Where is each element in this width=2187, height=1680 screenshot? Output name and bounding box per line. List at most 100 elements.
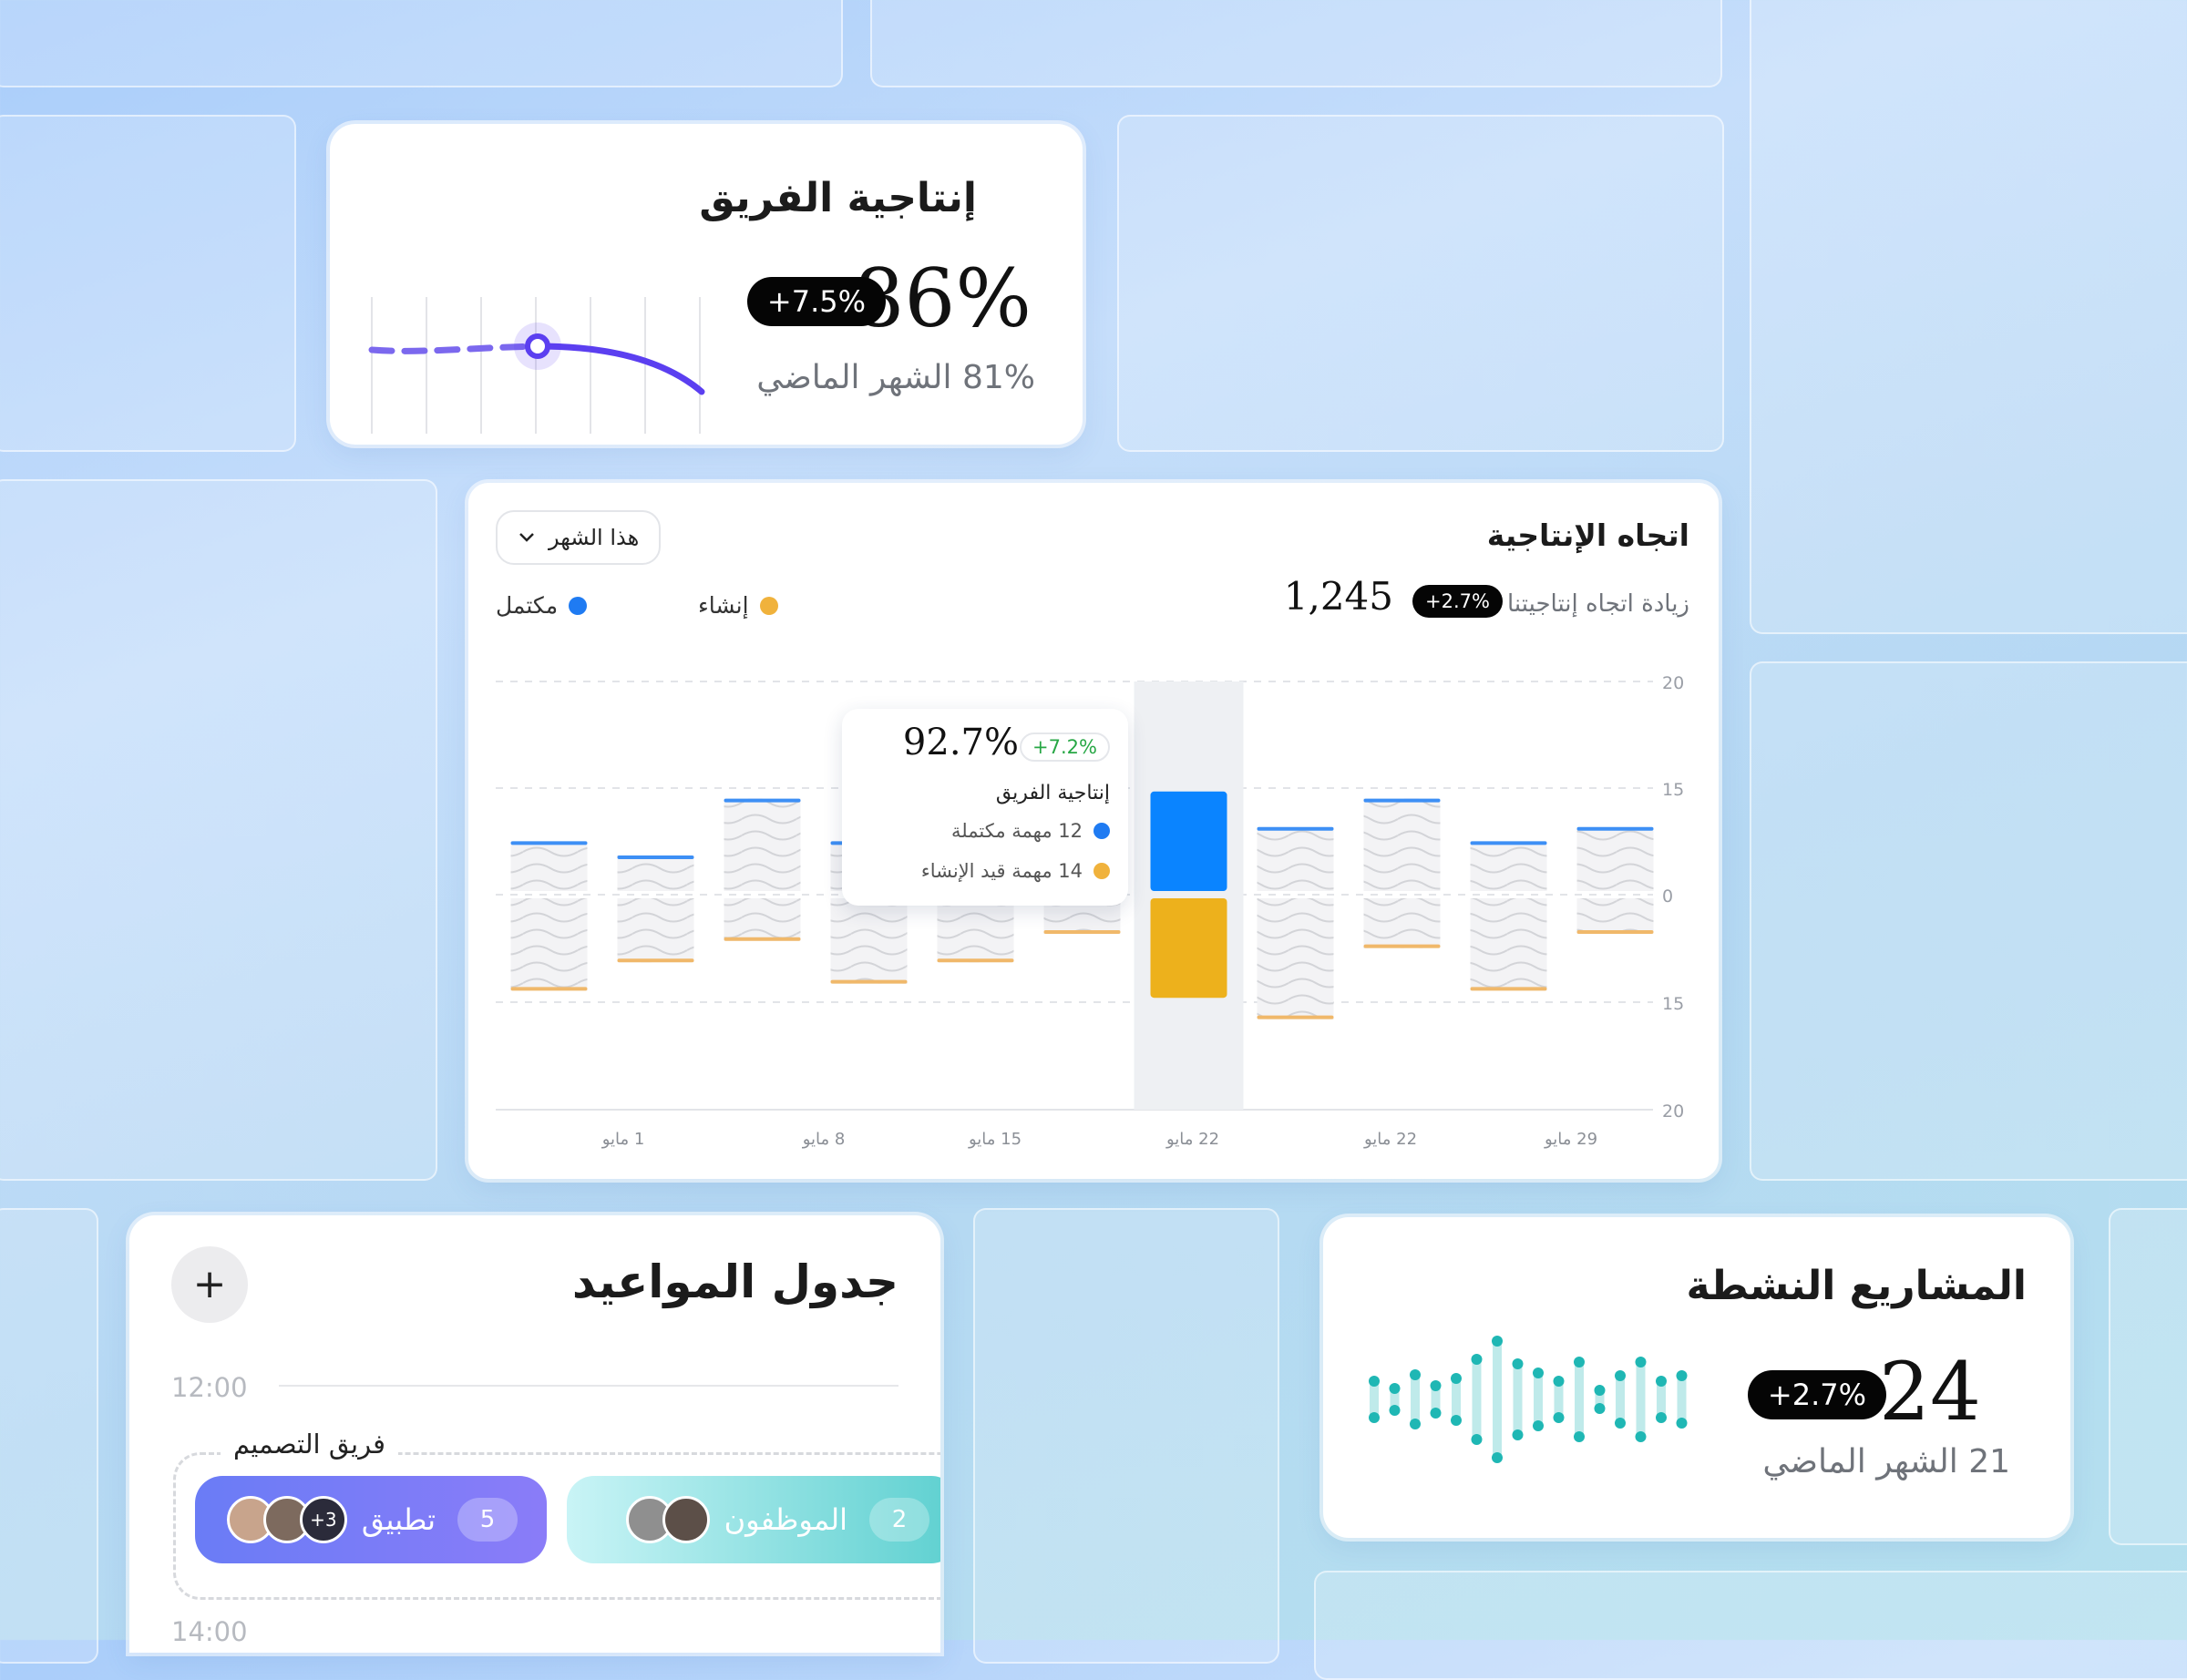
bar-creating-cap [724, 937, 801, 941]
add-event-button[interactable]: + [171, 1246, 248, 1323]
time-label: 12:00 [171, 1372, 248, 1403]
wave-bar-cap [1410, 1419, 1421, 1429]
x-tick-label: 22 مايو [1165, 1130, 1219, 1149]
tooltip-creating-row: 14 مهمة قيد الإنشاء [921, 860, 1110, 882]
event-count-badge: 5 [457, 1498, 518, 1542]
bar-completed [1470, 841, 1547, 891]
chart-tooltip: 92.7% +7.2% إنتاجية الفريق 12 مهمة مكتمل… [842, 709, 1128, 906]
event-employees[interactable]: 2 الموظفون [567, 1476, 940, 1563]
y-tick-label: 20 [1662, 673, 1684, 693]
productivity-sparkline [368, 297, 705, 434]
wave-bar [1616, 1376, 1625, 1423]
wave-bar-cap [1574, 1357, 1585, 1368]
wave-bar-cap [1471, 1354, 1483, 1365]
bar-creating-cap [937, 958, 1014, 963]
bar-completed-cap [1257, 826, 1334, 831]
avatar [662, 1496, 710, 1543]
event-label: الموظفون [724, 1502, 847, 1537]
change-badge: +7.5% [746, 277, 886, 326]
wave-bar-cap [1471, 1434, 1483, 1445]
bg-tile [1750, 0, 2187, 634]
wave-bar-cap [1369, 1412, 1380, 1423]
wave-bar-cap [1430, 1380, 1442, 1391]
wave-bar-cap [1615, 1370, 1626, 1381]
tooltip-value: 92.7% [902, 722, 1019, 763]
event-group-label: فريق التصميم [221, 1429, 398, 1460]
bg-tile [1117, 115, 1724, 452]
bar-creating-cap [1470, 987, 1547, 991]
x-tick-label: 1 مايو [601, 1130, 645, 1149]
tooltip-completed-text: 12 مهمة مكتملة [951, 820, 1083, 842]
wave-bar [1575, 1362, 1584, 1437]
bg-tile [0, 1208, 98, 1664]
tooltip-dot [1094, 823, 1110, 839]
wave-bar-cap [1389, 1405, 1401, 1416]
bar-creating [1363, 898, 1441, 948]
bg-tile [1750, 661, 2187, 1181]
wave-bar-cap [1451, 1373, 1462, 1384]
bg-tile [1314, 1571, 2187, 1680]
projects-waveform [1369, 1336, 1688, 1463]
bar-completed-cap [1470, 841, 1547, 845]
bar-completed-cap [1363, 798, 1441, 803]
bar-creating-cap [1576, 930, 1654, 934]
projects-value: 24 [1879, 1345, 1981, 1439]
bg-tile [2109, 1208, 2187, 1545]
previous-month-text: 81% الشهر الماضي [756, 359, 1035, 396]
x-tick-label: 22 مايو [1363, 1130, 1417, 1149]
bar-creating [1150, 898, 1227, 999]
wave-bar-cap [1369, 1376, 1380, 1387]
wave-bar-cap [1512, 1358, 1524, 1369]
bar-completed [1150, 791, 1227, 891]
wave-bar-cap [1492, 1336, 1503, 1347]
wave-bar-cap [1533, 1420, 1544, 1431]
y-tick-label: 15 [1662, 780, 1684, 800]
wave-bar-cap [1410, 1369, 1421, 1380]
productivity-trend-card: اتجاه الإنتاجية زيادة اتجاه إنتاجيتنا +2… [468, 483, 1719, 1179]
bar-completed-cap [1576, 826, 1654, 831]
wave-bar-cap [1676, 1418, 1688, 1429]
y-tick-label: 20 [1662, 1101, 1684, 1122]
y-tick-label: 15 [1662, 994, 1684, 1014]
bg-tile [973, 1208, 1279, 1664]
event-count-badge: 2 [869, 1498, 929, 1542]
avatar-overflow: +3 [299, 1496, 347, 1543]
event-label: تطبيق [361, 1502, 436, 1537]
bar-completed [1257, 826, 1334, 891]
bar-creating-cap [830, 979, 908, 984]
bg-tile [0, 0, 843, 87]
card-title: جدول المواعيد [571, 1255, 898, 1308]
wave-bar-cap [1615, 1418, 1626, 1429]
event-app[interactable]: 5 تطبيق +3 [195, 1476, 547, 1563]
bar-creating-cap [1043, 930, 1121, 934]
wave-bar-cap [1451, 1415, 1462, 1426]
event-avatars: +3 [226, 1496, 347, 1543]
previous-month-text: 21 الشهر الماضي [1762, 1443, 2010, 1480]
bar-creating-cap [617, 958, 694, 963]
wave-bar-cap [1594, 1385, 1606, 1396]
schedule-card: جدول المواعيد + 12:00 فريق التصميم 5 تطب… [129, 1215, 940, 1653]
bar-creating [1470, 898, 1547, 991]
team-productivity-card: إنتاجية الفريق 86% +7.5% 81% الشهر الماض… [330, 124, 1083, 445]
tooltip-dot [1094, 863, 1110, 879]
wave-bar-cap [1430, 1408, 1442, 1419]
wave-bar [1513, 1364, 1523, 1435]
bar-completed [1576, 826, 1654, 891]
tooltip-change-badge: +7.2% [1020, 732, 1110, 762]
bar-completed-cap [510, 841, 588, 845]
bar-creating-cap [1257, 1015, 1334, 1019]
bar-completed-cap [724, 798, 801, 803]
card-title: إنتاجية الفريق [699, 175, 977, 221]
bg-tile [0, 479, 437, 1181]
wave-bar [1534, 1373, 1543, 1426]
bar-completed [617, 855, 694, 891]
wave-bar-cap [1594, 1403, 1606, 1414]
wave-bar-cap [1656, 1376, 1667, 1387]
wave-bar [1452, 1378, 1461, 1420]
bar-creating [830, 898, 908, 984]
wave-bar [1493, 1341, 1502, 1458]
bar-completed [1363, 798, 1441, 891]
wave-bar-cap [1635, 1357, 1647, 1368]
bar-creating [510, 898, 588, 991]
wave-bar-cap [1676, 1370, 1688, 1381]
